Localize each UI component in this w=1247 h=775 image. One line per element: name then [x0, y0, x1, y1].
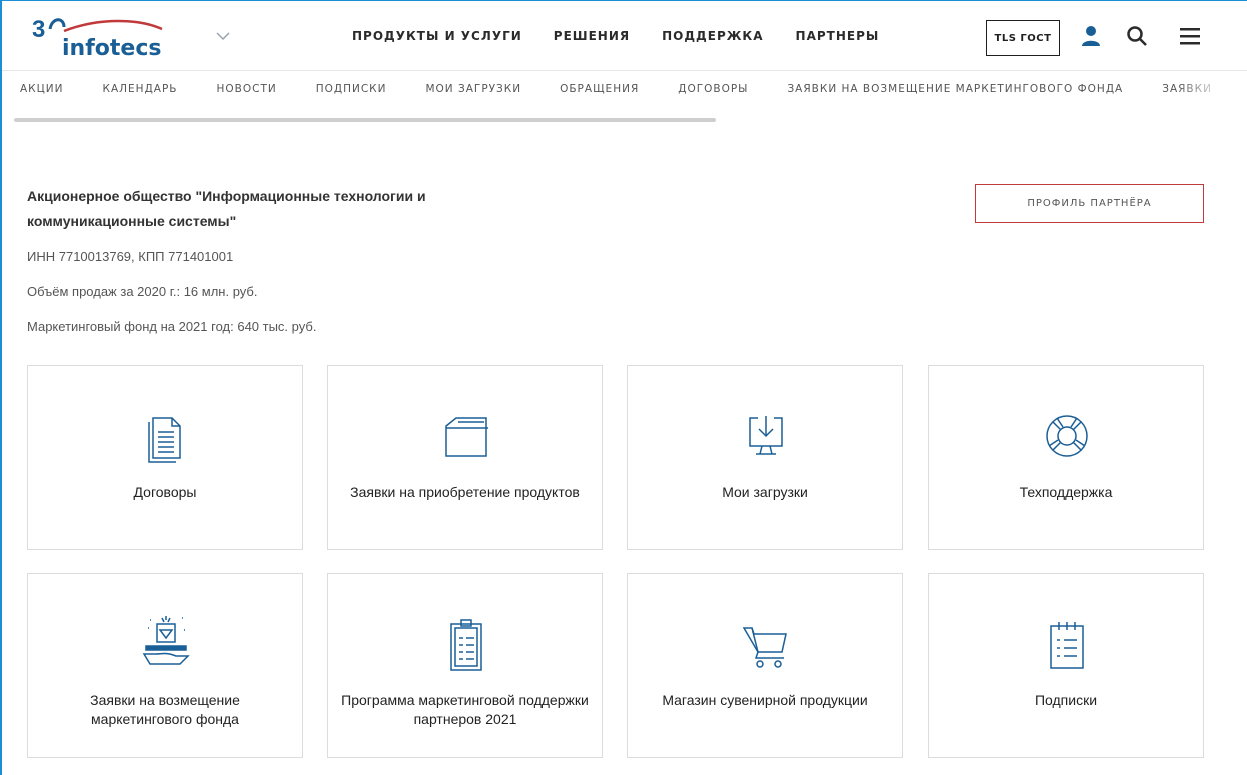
notepad-icon — [1037, 614, 1097, 674]
subnav-my-downloads[interactable]: МОИ ЗАГРУЗКИ — [425, 83, 521, 95]
company-inn: ИНН 7710013769, КПП 771401001 — [27, 249, 234, 264]
tile-my-downloads[interactable]: Мои загрузки — [627, 365, 903, 550]
main-nav: ПРОДУКТЫ И УСЛУГИ РЕШЕНИЯ ПОДДЕРЖКА ПАРТ… — [352, 29, 879, 43]
tile-label: Подписки — [1034, 692, 1098, 708]
subnav-news[interactable]: НОВОСТИ — [216, 83, 276, 95]
subnav-promotions[interactable]: АКЦИИ — [20, 83, 64, 95]
tile-label: Техподдержка — [1019, 484, 1113, 500]
cart-icon — [736, 614, 796, 674]
search-icon[interactable] — [1126, 25, 1148, 47]
tile-label: Программа маркетинговой поддержки партне… — [341, 692, 589, 727]
nav-products[interactable]: ПРОДУКТЫ И УСЛУГИ — [352, 29, 522, 43]
subnav-calendar[interactable]: КАЛЕНДАРЬ — [103, 83, 178, 95]
subnav-contracts[interactable]: ДОГОВОРЫ — [678, 83, 748, 95]
tile-marketing-program-2021[interactable]: Программа маркетинговой поддержки партне… — [327, 573, 603, 758]
company-name: Акционерное общество "Информационные тех… — [27, 188, 426, 229]
tile-tech-support[interactable]: Техподдержка — [928, 365, 1204, 550]
nav-support[interactable]: ПОДДЕРЖКА — [662, 29, 763, 43]
tile-contracts[interactable]: Договоры — [27, 365, 303, 550]
tile-label: Заявки на приобретение продуктов — [350, 484, 580, 500]
document-icon — [136, 406, 196, 466]
download-monitor-icon — [736, 406, 796, 466]
chevron-down-icon[interactable] — [214, 29, 232, 43]
tile-souvenir-shop[interactable]: Магазин сувенирной продукции — [627, 573, 903, 758]
subnav-marketing-fund-claims[interactable]: ЗАЯВКИ НА ВОЗМЕЩЕНИЕ МАРКЕТИНГОВОГО ФОНД… — [787, 83, 1123, 95]
partner-profile-button[interactable]: ПРОФИЛЬ ПАРТНЁРА — [975, 184, 1204, 223]
sub-nav: АКЦИИ КАЛЕНДАРЬ НОВОСТИ ПОДПИСКИ МОИ ЗАГ… — [2, 71, 1247, 117]
subnav-requests-more[interactable]: ЗАЯВКИ — [1162, 83, 1212, 95]
nav-partners[interactable]: ПАРТНЕРЫ — [796, 29, 880, 43]
logo-wordmark: infotecs — [62, 36, 161, 61]
nav-solutions[interactable]: РЕШЕНИЯ — [554, 29, 630, 43]
diamond-hand-icon — [136, 608, 196, 668]
tile-subscriptions[interactable]: Подписки — [928, 573, 1204, 758]
infotecs-logo-icon: 3 infotecs — [32, 16, 163, 61]
user-icon[interactable] — [1080, 25, 1102, 47]
tile-label: Мои загрузки — [722, 484, 808, 500]
company-marketing-fund: Маркетинговый фонд на 2021 год: 640 тыс.… — [27, 319, 317, 334]
infotecs-logo[interactable]: 3 infotecs — [30, 13, 190, 61]
tls-gost-button[interactable]: TLS ГОСТ — [986, 20, 1060, 56]
site-header: 3 infotecs ПРОДУКТЫ И УСЛУГИ РЕШЕНИЯ ПОД… — [2, 1, 1247, 71]
subnav-scrollbar[interactable] — [14, 118, 716, 122]
tile-label: Магазин сувенирной продукции — [662, 692, 868, 708]
subnav-requests[interactable]: ОБРАЩЕНИЯ — [560, 83, 639, 95]
company-sales: Объём продаж за 2020 г.: 16 млн. руб. — [27, 284, 258, 299]
menu-icon[interactable] — [1179, 25, 1201, 47]
lifebuoy-icon — [1037, 406, 1097, 466]
subnav-subscriptions[interactable]: ПОДПИСКИ — [316, 83, 387, 95]
folder-icon — [436, 406, 496, 466]
tile-product-requests[interactable]: Заявки на приобретение продуктов — [327, 365, 603, 550]
clipboard-icon — [436, 614, 496, 674]
tile-label: Договоры — [133, 484, 197, 500]
tile-label: Заявки на возмещение маркетингового фонд… — [90, 692, 240, 727]
logo-prefix: 3 — [32, 16, 45, 43]
tile-marketing-fund-claims[interactable]: Заявки на возмещение маркетингового фонд… — [27, 573, 303, 758]
